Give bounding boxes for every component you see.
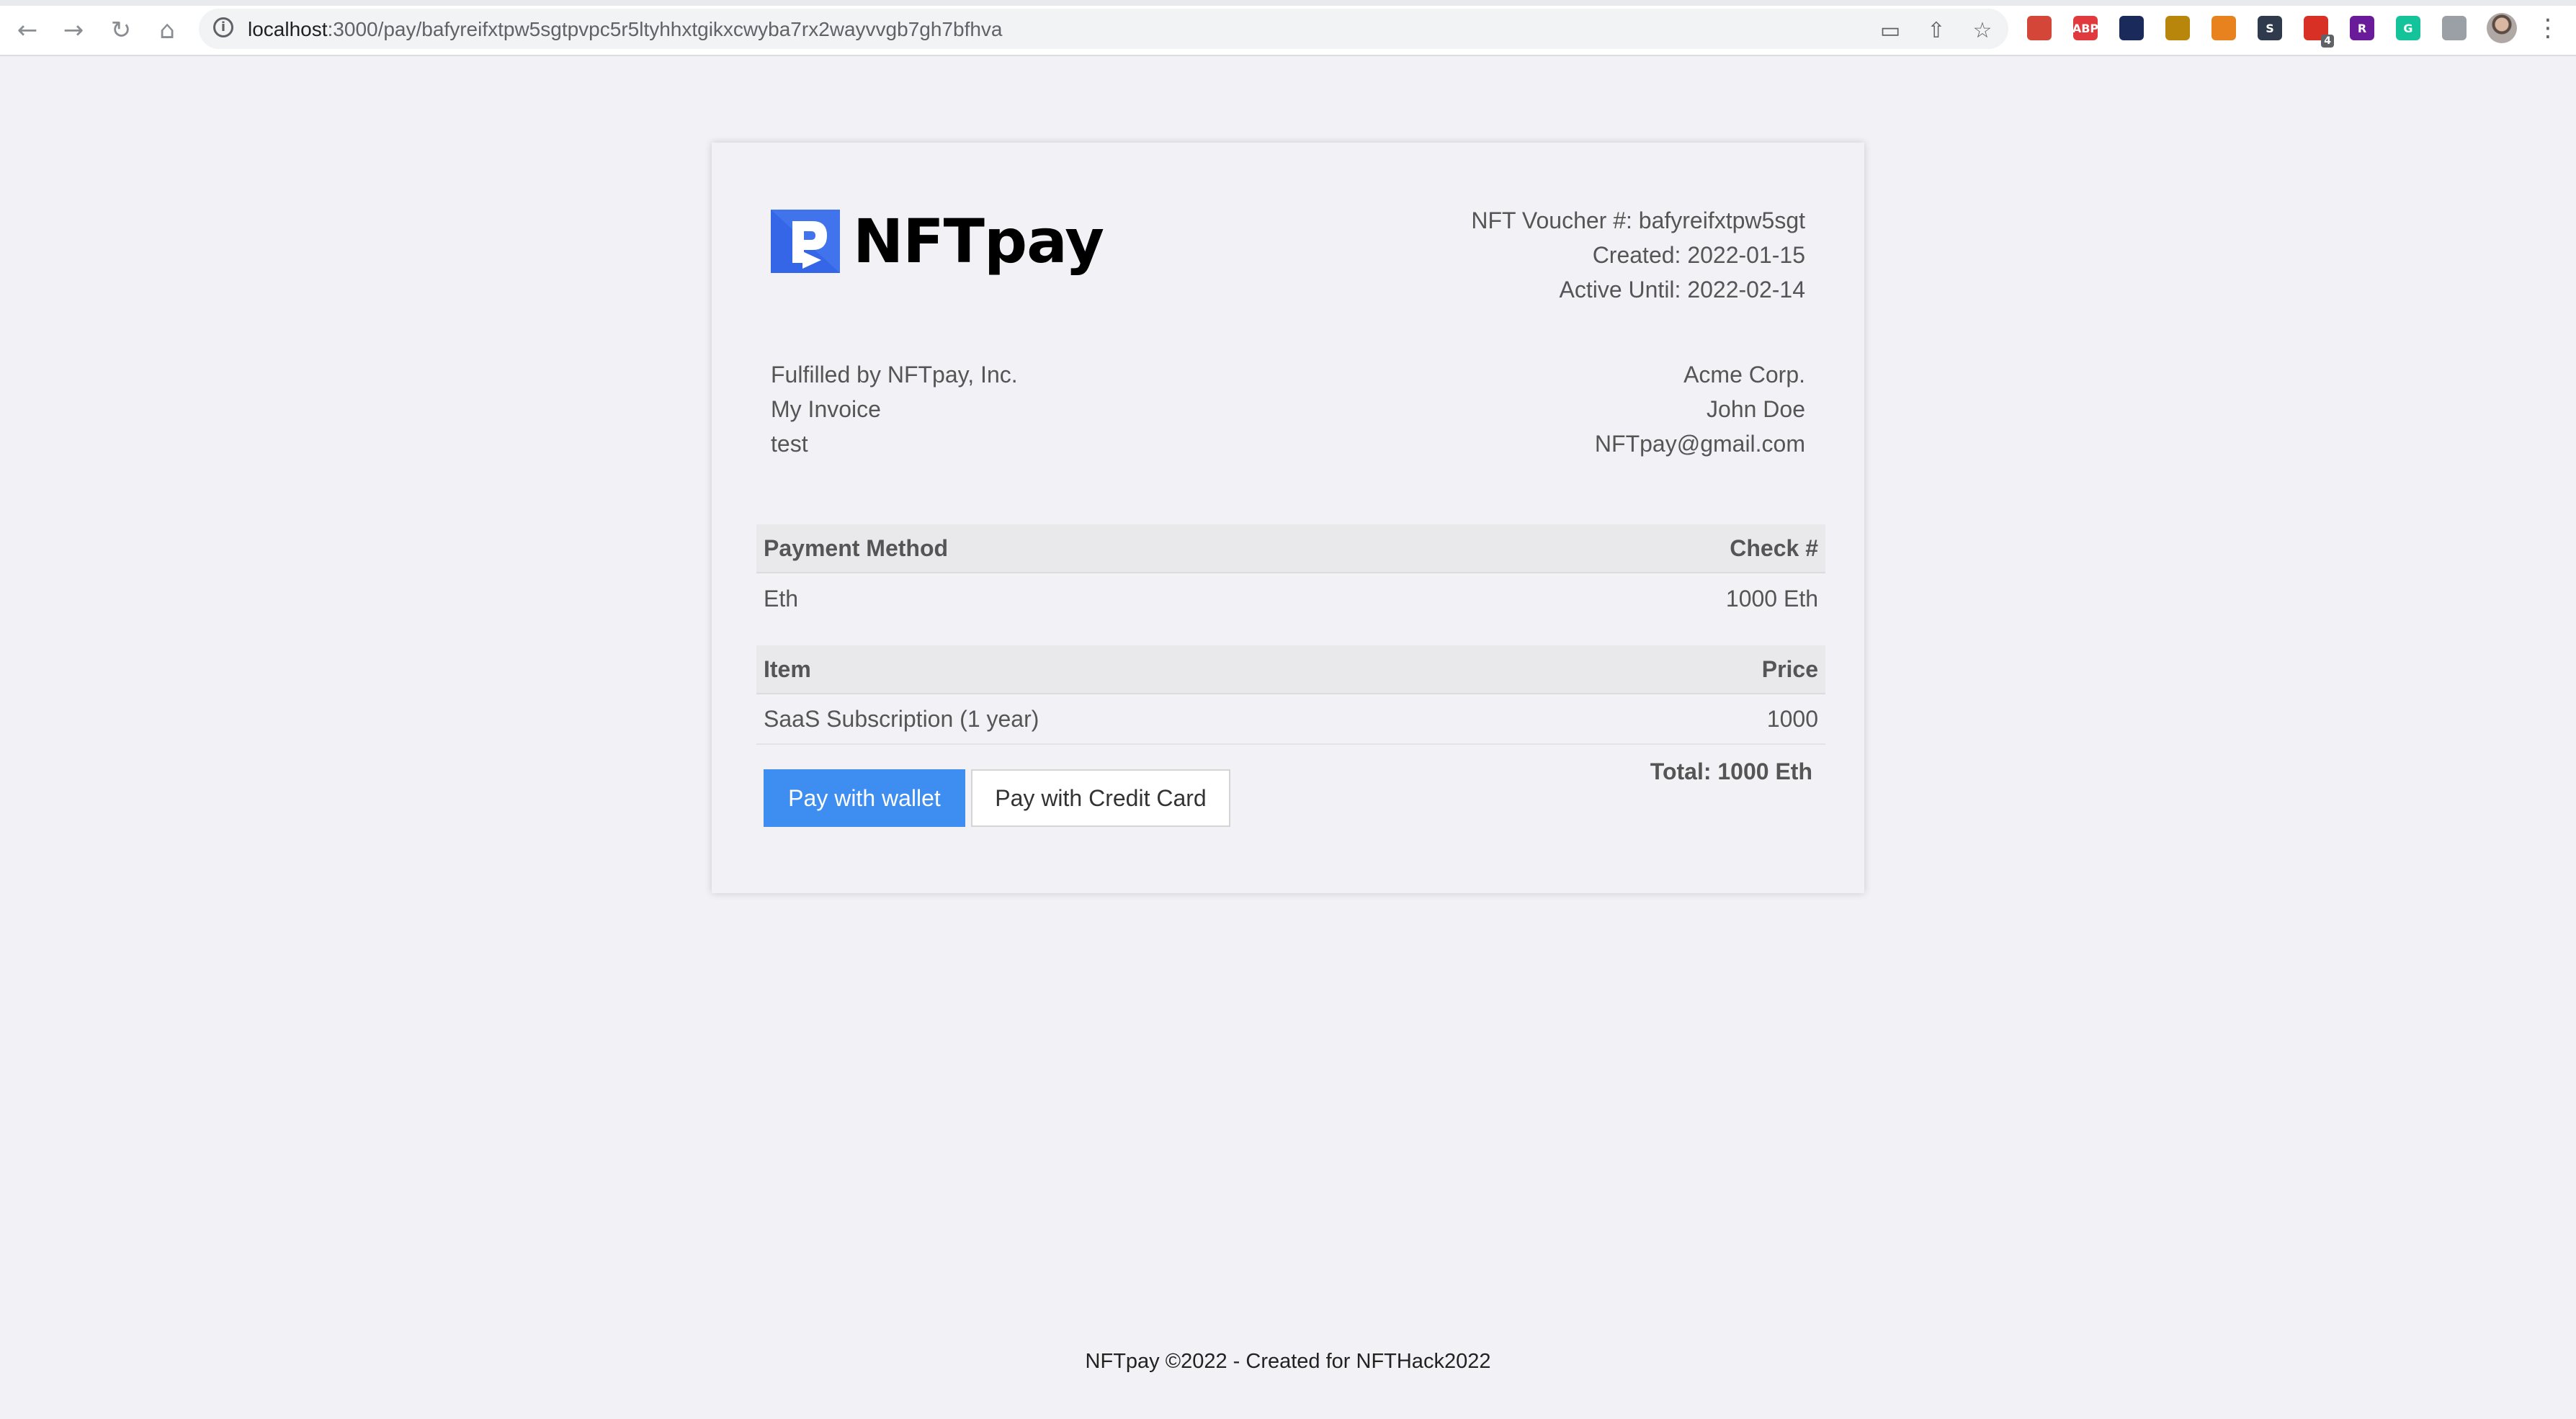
items-table: Item Price SaaS Subscription (1 year) 10… [756, 645, 1825, 745]
pay-with-credit-card-button[interactable]: Pay with Credit Card [971, 769, 1230, 827]
header-item: Item [764, 655, 811, 682]
share-icon[interactable]: ⇧ [1923, 17, 1949, 43]
extension-4-icon[interactable] [2165, 16, 2190, 40]
table-header: Payment Method Check # [756, 524, 1825, 573]
payment-method-table: Payment Method Check # Eth 1000 Eth [756, 524, 1825, 624]
home-icon[interactable]: ⌂ [151, 14, 183, 46]
invoice-card: NFTpay NFT Voucher #: bafyreifxtpw5sgt C… [712, 143, 1864, 893]
profile-avatar[interactable] [2487, 13, 2517, 43]
extension-7-icon[interactable]: 4 [2304, 16, 2334, 48]
browser-menu-icon[interactable]: ⋮ [2536, 13, 2560, 43]
forward-arrow-icon[interactable]: → [58, 14, 89, 46]
url-host: localhost [248, 18, 328, 40]
tab-strip-edge [0, 0, 2576, 6]
fulfilled-by: Fulfilled by NFTpay, Inc. [771, 362, 1018, 388]
brand-name: NFTpay [853, 206, 1104, 277]
bookmark-star-icon[interactable]: ☆ [1969, 17, 1995, 43]
client-email: NFTpay@gmail.com [1594, 431, 1805, 457]
voucher-number: NFT Voucher #: bafyreifxtpw5sgt [1471, 207, 1805, 233]
item-name: SaaS Subscription (1 year) [764, 705, 1039, 732]
payment-method-value: Eth [764, 585, 799, 612]
adblock-plus-icon[interactable]: ABP [2072, 16, 2098, 40]
pay-with-wallet-button[interactable]: Pay with wallet [764, 769, 965, 827]
address-bar[interactable]: i localhost:3000/pay/bafyreifxtpw5sgtpvp… [199, 9, 2008, 49]
invoice-description: test [771, 431, 808, 457]
table-row: Eth 1000 Eth [756, 573, 1825, 624]
table-header: Item Price [756, 645, 1825, 694]
nftpay-logo: NFTpay [771, 206, 1104, 277]
extension-s-icon[interactable]: S [2258, 16, 2282, 40]
check-value: 1000 Eth [1725, 585, 1818, 612]
metamask-fox-icon[interactable] [2211, 16, 2236, 40]
voucher-meta: NFT Voucher #: bafyreifxtpw5sgt Created:… [1471, 203, 1805, 307]
extensions-puzzle-icon[interactable] [2442, 16, 2467, 40]
voucher-created: Created: 2022-01-15 [1592, 242, 1805, 268]
url-text[interactable]: localhost:3000/pay/bafyreifxtpw5sgtpvpc5… [248, 18, 1003, 41]
extension-badge: 4 [2321, 35, 2334, 48]
voucher-active-until: Active Until: 2022-02-14 [1559, 277, 1805, 303]
card-icon[interactable]: ▭ [1877, 17, 1903, 43]
browser-toolbar: ← → ↻ ⌂ i localhost:3000/pay/bafyreifxtp… [0, 0, 2576, 56]
extension-3-icon[interactable] [2119, 16, 2144, 40]
header-check-number: Check # [1730, 534, 1818, 561]
invoice-name: My Invoice [771, 396, 881, 422]
table-row: SaaS Subscription (1 year) 1000 [756, 694, 1825, 745]
to-details: Acme Corp. John Doe NFTpay@gmail.com [1595, 357, 1805, 461]
invoice-total: Total: 1000 Eth [1650, 758, 1812, 784]
page-footer: NFTpay ©2022 - Created for NFTHack2022 [1085, 1350, 1491, 1373]
grammarly-icon[interactable]: G [2396, 16, 2420, 40]
header-payment-method: Payment Method [764, 534, 949, 561]
extension-1-icon[interactable] [2027, 16, 2052, 40]
extension-r-icon[interactable]: R [2350, 16, 2374, 40]
client-contact: John Doe [1707, 396, 1805, 422]
client-company: Acme Corp. [1683, 362, 1805, 388]
info-icon[interactable]: i [213, 17, 233, 37]
item-price: 1000 [1766, 705, 1818, 732]
nftpay-logo-icon [771, 210, 840, 273]
url-path: :3000/pay/bafyreifxtpw5sgtpvpc5r5ltyhhxt… [327, 18, 1003, 40]
from-details: Fulfilled by NFTpay, Inc. My Invoice tes… [771, 357, 1018, 461]
back-arrow-icon[interactable]: ← [12, 14, 43, 46]
reload-icon[interactable]: ↻ [105, 14, 137, 46]
header-price: Price [1761, 655, 1818, 682]
